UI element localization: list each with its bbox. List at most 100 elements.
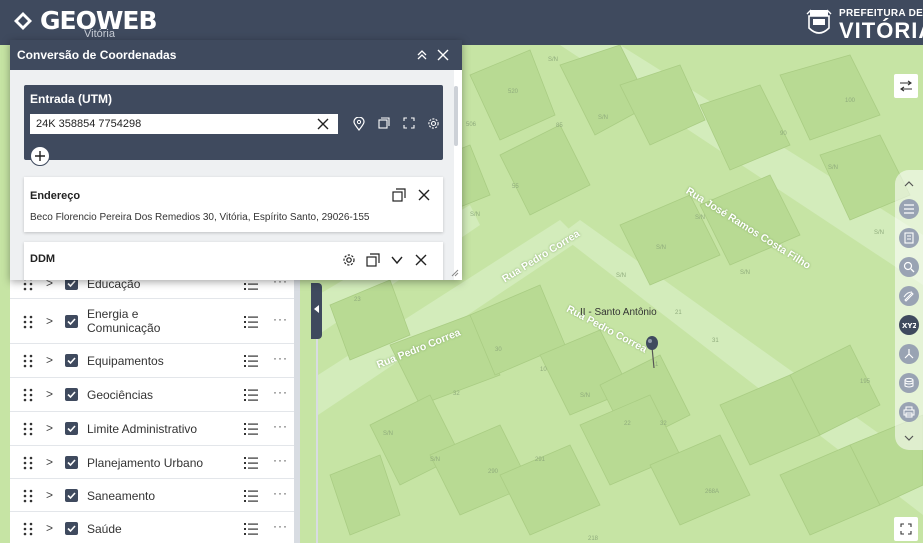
draw-icon bbox=[903, 291, 914, 302]
search-tool-button[interactable] bbox=[899, 257, 919, 277]
layer-label: Geociências bbox=[87, 388, 154, 402]
chevron-right-icon[interactable]: > bbox=[46, 421, 53, 435]
dialog-header[interactable]: Conversão de Coordenadas bbox=[10, 40, 462, 70]
layer-label: Energia e Comunicação bbox=[87, 307, 161, 335]
close-icon[interactable] bbox=[436, 48, 450, 62]
data-tool-button[interactable] bbox=[899, 373, 919, 393]
print-tool-button[interactable] bbox=[899, 402, 919, 422]
panel-divider bbox=[316, 339, 318, 543]
chevron-right-icon[interactable]: > bbox=[46, 314, 53, 328]
drag-handle-icon[interactable] bbox=[23, 422, 33, 436]
close-icon[interactable] bbox=[414, 253, 428, 267]
settings-gear-icon[interactable] bbox=[342, 253, 356, 267]
lot-number: S/N bbox=[828, 165, 839, 171]
layer-row[interactable]: > Geociências ··· bbox=[10, 378, 294, 412]
drag-handle-icon[interactable] bbox=[23, 489, 33, 503]
layer-checkbox[interactable] bbox=[65, 315, 78, 328]
copy-icon[interactable] bbox=[366, 253, 380, 267]
result-title: Endereço bbox=[30, 190, 81, 202]
location-pin-icon[interactable] bbox=[645, 335, 659, 369]
coordinate-conversion-tool-button[interactable]: XYZ bbox=[899, 315, 919, 335]
dialog-scrollbar[interactable] bbox=[453, 76, 459, 276]
more-options-icon[interactable]: ··· bbox=[273, 385, 288, 399]
draw-tool-button[interactable] bbox=[899, 286, 919, 306]
more-options-icon[interactable]: ··· bbox=[273, 519, 288, 533]
chevron-down-icon[interactable] bbox=[904, 433, 914, 443]
legend-list-icon[interactable] bbox=[244, 355, 258, 367]
zoom-to-icon[interactable] bbox=[402, 117, 415, 129]
lot-number: 23 bbox=[354, 297, 361, 303]
layer-row[interactable]: > Saúde ··· bbox=[10, 512, 294, 543]
chevron-right-icon[interactable]: > bbox=[46, 455, 53, 469]
legend-tool-button[interactable] bbox=[899, 228, 919, 248]
lot-number: 268A bbox=[705, 489, 720, 495]
collapse-panel-button[interactable] bbox=[311, 283, 322, 339]
legend-list-icon[interactable] bbox=[244, 316, 258, 328]
close-icon[interactable] bbox=[417, 188, 431, 202]
coordinate-conversion-dialog: Conversão de Coordenadas Entrada (UTM) E… bbox=[10, 40, 462, 280]
more-options-icon[interactable]: ··· bbox=[273, 453, 288, 467]
city-crest-icon bbox=[806, 9, 832, 34]
layer-row[interactable]: > Limite Administrativo ··· bbox=[10, 412, 294, 446]
fullscreen-button[interactable] bbox=[894, 517, 918, 541]
layer-label: Limite Administrativo bbox=[87, 422, 198, 436]
add-conversion-button[interactable] bbox=[30, 146, 50, 166]
layer-label: Equipamentos bbox=[87, 354, 164, 368]
layer-checkbox[interactable] bbox=[65, 489, 78, 502]
drag-handle-icon[interactable] bbox=[23, 315, 33, 329]
legend-list-icon[interactable] bbox=[244, 423, 258, 435]
share-tool-button[interactable] bbox=[899, 344, 919, 364]
map-pin-icon[interactable] bbox=[352, 117, 365, 131]
layer-row[interactable]: > Energia e Comunicação ··· bbox=[10, 299, 294, 344]
layers-tool-button[interactable] bbox=[899, 199, 919, 219]
lot-number: 100 bbox=[845, 98, 856, 104]
layer-row[interactable]: > Saneamento ··· bbox=[10, 479, 294, 512]
chevron-right-icon[interactable]: > bbox=[46, 353, 53, 367]
layer-checkbox[interactable] bbox=[65, 354, 78, 367]
app-header: GEOWEB Vitória PREFEITURA DE VITÓRIA bbox=[0, 0, 923, 45]
more-options-icon[interactable]: ··· bbox=[273, 419, 288, 433]
lot-number: 10 bbox=[540, 367, 547, 373]
input-card: Entrada (UTM) bbox=[24, 85, 443, 160]
more-options-icon[interactable]: ··· bbox=[273, 486, 288, 500]
scrollbar-thumb[interactable] bbox=[454, 86, 458, 146]
drag-handle-icon[interactable] bbox=[23, 456, 33, 470]
coordinate-input[interactable] bbox=[30, 114, 338, 134]
chevron-right-icon[interactable]: > bbox=[46, 387, 53, 401]
layer-checkbox[interactable] bbox=[65, 456, 78, 469]
legend-list-icon[interactable] bbox=[244, 523, 258, 535]
lot-number: 506 bbox=[466, 122, 477, 128]
lot-number: S/N bbox=[598, 115, 609, 121]
settings-gear-icon[interactable] bbox=[427, 117, 440, 130]
layer-checkbox[interactable] bbox=[65, 422, 78, 435]
drag-handle-icon[interactable] bbox=[23, 522, 33, 536]
chevron-down-icon[interactable] bbox=[390, 253, 404, 267]
layer-row[interactable]: > Equipamentos ··· bbox=[10, 344, 294, 378]
drag-handle-icon[interactable] bbox=[23, 354, 33, 368]
layer-row[interactable]: > Planejamento Urbano ··· bbox=[10, 446, 294, 479]
lot-number: S/N bbox=[695, 215, 706, 221]
chevron-right-icon[interactable]: > bbox=[46, 488, 53, 502]
layer-label: Planejamento Urbano bbox=[87, 456, 204, 470]
copy-icon[interactable] bbox=[392, 188, 406, 202]
layer-checkbox[interactable] bbox=[65, 522, 78, 535]
swap-basemap-button[interactable] bbox=[894, 74, 918, 98]
more-options-icon[interactable]: ··· bbox=[273, 351, 288, 365]
legend-list-icon[interactable] bbox=[244, 457, 258, 469]
legend-list-icon[interactable] bbox=[244, 389, 258, 401]
plus-icon bbox=[35, 151, 45, 161]
swap-icon bbox=[900, 80, 912, 92]
collapse-up-icon[interactable] bbox=[416, 49, 428, 61]
layers-icon bbox=[904, 204, 914, 214]
lot-number: S/N bbox=[740, 270, 751, 276]
dialog-title: Conversão de Coordenadas bbox=[17, 48, 177, 62]
legend-list-icon[interactable] bbox=[244, 490, 258, 502]
chevron-up-icon[interactable] bbox=[904, 179, 914, 189]
resize-grip-icon[interactable] bbox=[451, 269, 459, 277]
copy-icon[interactable] bbox=[377, 117, 390, 129]
chevron-right-icon[interactable]: > bbox=[46, 521, 53, 535]
drag-handle-icon[interactable] bbox=[23, 388, 33, 402]
layer-checkbox[interactable] bbox=[65, 388, 78, 401]
more-options-icon[interactable]: ··· bbox=[273, 312, 288, 326]
clear-input-icon[interactable] bbox=[316, 117, 330, 131]
